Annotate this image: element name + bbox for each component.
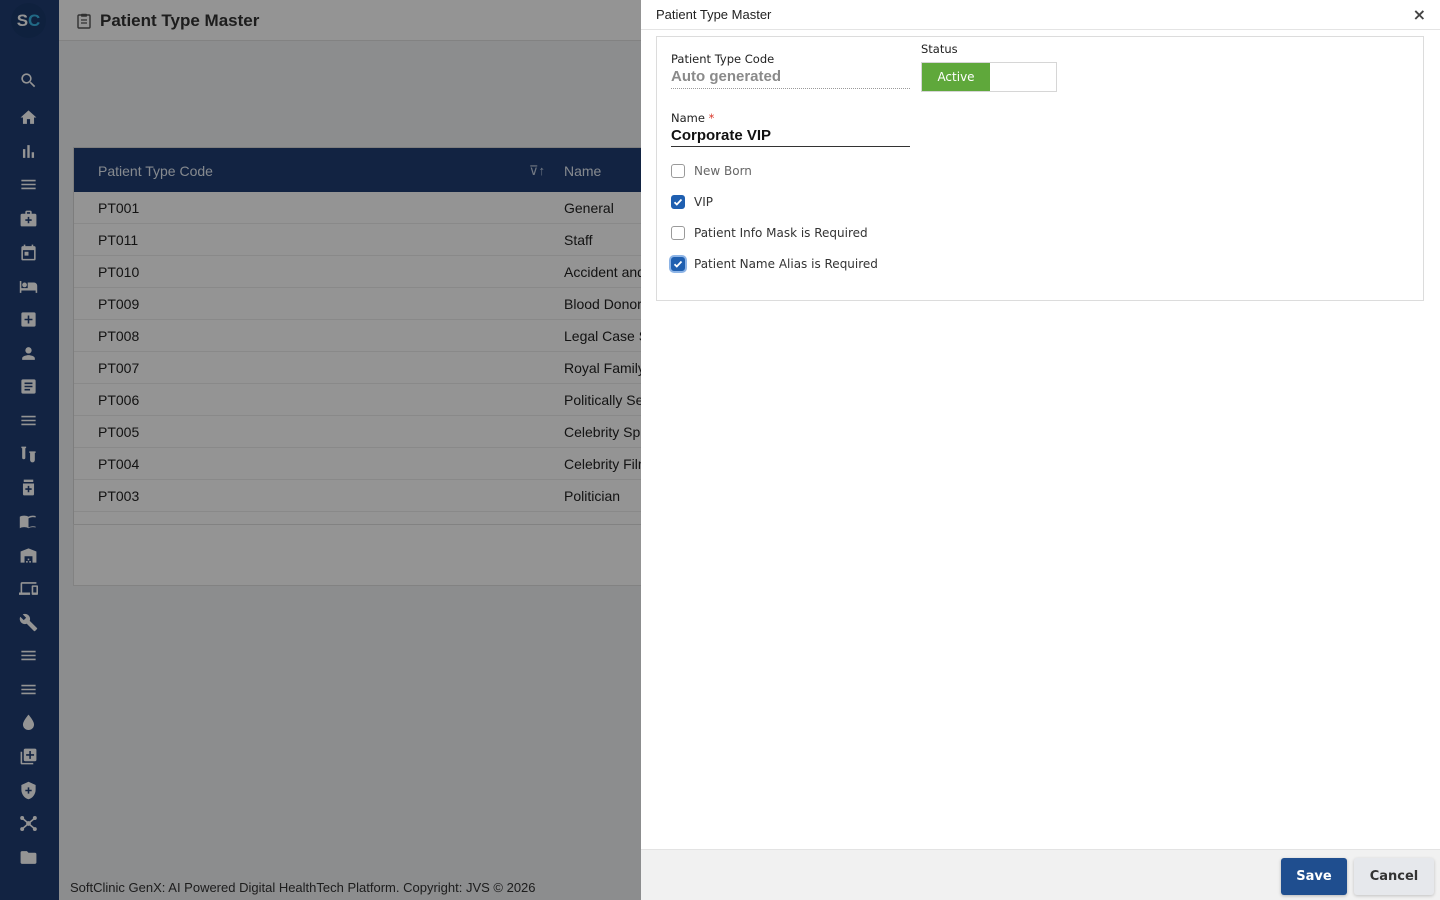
info-mask-checkbox[interactable] [671, 226, 685, 240]
code-label: Patient Type Code [671, 52, 775, 66]
save-button[interactable]: Save [1281, 858, 1347, 895]
info-mask-label: Patient Info Mask is Required [694, 226, 868, 240]
name-alias-checkbox-row[interactable]: Patient Name Alias is Required [671, 255, 878, 273]
name-label-text: Name [671, 111, 705, 125]
check-icon [673, 260, 683, 268]
status-active-option[interactable]: Active [922, 63, 990, 91]
name-alias-label: Patient Name Alias is Required [694, 257, 878, 271]
patient-type-code-field: Auto generated [671, 68, 782, 85]
new-born-checkbox-row[interactable]: New Born [671, 162, 752, 180]
patient-type-form: Patient Type Code Auto generated Status … [656, 36, 1424, 301]
vip-checkbox-row[interactable]: VIP [671, 193, 713, 211]
close-icon[interactable]: × [1413, 5, 1426, 24]
patient-type-drawer: Patient Type Master × Patient Type Code … [641, 0, 1440, 900]
info-mask-checkbox-row[interactable]: Patient Info Mask is Required [671, 224, 868, 242]
drawer-footer: Save Cancel [641, 849, 1440, 900]
vip-checkbox[interactable] [671, 195, 685, 209]
vip-label: VIP [694, 195, 713, 209]
required-indicator: * [708, 111, 715, 125]
name-field-underline [671, 146, 910, 147]
new-born-checkbox[interactable] [671, 164, 685, 178]
status-toggle[interactable]: Active [921, 62, 1057, 92]
name-alias-checkbox[interactable] [671, 257, 685, 271]
drawer-divider [641, 29, 1440, 30]
check-icon [673, 198, 683, 206]
new-born-label: New Born [694, 164, 752, 178]
status-label: Status [921, 42, 958, 56]
cancel-button[interactable]: Cancel [1354, 858, 1434, 895]
name-input[interactable]: Corporate VIP [671, 127, 771, 144]
drawer-title: Patient Type Master [656, 7, 772, 22]
code-field-underline [671, 88, 910, 89]
name-label: Name * [671, 111, 714, 125]
